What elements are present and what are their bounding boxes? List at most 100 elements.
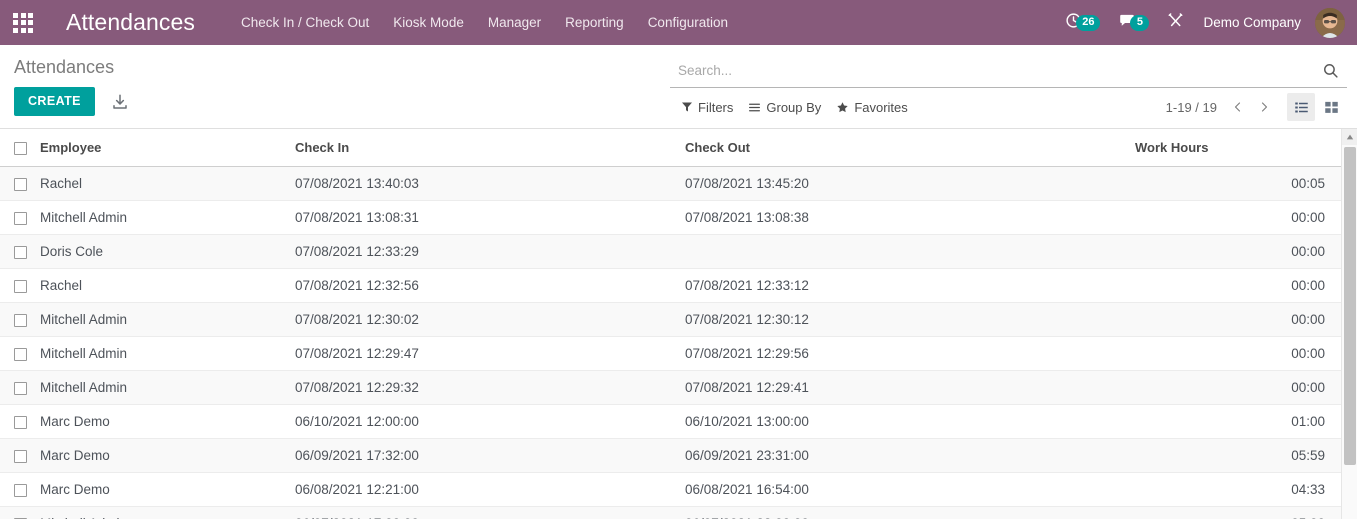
menu-item-reporting[interactable]: Reporting (553, 0, 636, 45)
row-checkbox[interactable] (14, 348, 27, 361)
vertical-scrollbar[interactable] (1341, 129, 1357, 519)
kanban-view-button[interactable] (1317, 93, 1345, 121)
search-button[interactable] (1316, 62, 1345, 79)
column-header-employee[interactable]: Employee (40, 129, 295, 168)
filters-label: Filters (698, 99, 734, 115)
attendance-list-view: Employee Check In Check Out Work Hours R… (0, 129, 1357, 519)
avatar[interactable] (1315, 7, 1345, 38)
group-by-dropdown[interactable]: Group By (743, 96, 831, 119)
control-panel: Attendances CREATE Search... Filters Gro… (0, 45, 1357, 129)
view-switcher (1287, 93, 1347, 121)
apps-menu-button[interactable] (0, 0, 46, 45)
row-checkbox[interactable] (14, 416, 27, 429)
pager-next-button[interactable] (1251, 96, 1277, 118)
menu-item-kiosk-mode[interactable]: Kiosk Mode (381, 0, 476, 45)
cell-check-out: 06/08/2021 16:54:00 (685, 472, 1135, 508)
favorites-dropdown[interactable]: Favorites (831, 96, 917, 119)
cell-check-in: 07/08/2021 12:33:29 (295, 234, 685, 270)
table-row[interactable]: Mitchell Admin 07/08/2021 12:29:47 07/08/2… (0, 336, 1341, 372)
menu-item-configuration[interactable]: Configuration (636, 0, 740, 45)
table-row[interactable]: Mitchell Admin 07/08/2021 13:08:31 07/08/2… (0, 200, 1341, 236)
table-row[interactable]: Rachel 07/08/2021 13:40:03 07/08/2021 13:4… (0, 166, 1341, 202)
search-input[interactable] (672, 63, 1316, 78)
menu-item-manager[interactable]: Manager (476, 0, 553, 45)
cell-work-hours: 00:00 (1135, 200, 1341, 236)
search-bar (670, 54, 1347, 88)
pager-count[interactable]: 1-19 / 19 (1166, 100, 1217, 115)
row-select-cell (0, 302, 40, 338)
cell-check-in: 07/08/2021 12:29:47 (295, 336, 685, 372)
row-select-cell (0, 472, 40, 508)
select-all-header (0, 129, 40, 168)
search-options-row: Filters Group By Favorites 1-19 / 19 (670, 88, 1347, 126)
pager-previous-button[interactable] (1225, 96, 1251, 118)
cell-employee: Rachel (40, 166, 295, 202)
cell-work-hours: 00:00 (1135, 268, 1341, 304)
cell-check-out: 07/08/2021 12:29:41 (685, 370, 1135, 406)
column-header-check-out[interactable]: Check Out (685, 129, 1135, 168)
table-body: Rachel 07/08/2021 13:40:03 07/08/2021 13:4… (0, 166, 1341, 519)
cell-check-out: 07/08/2021 12:29:56 (685, 336, 1135, 372)
menu-item-check-in-check-out[interactable]: Check In / Check Out (229, 0, 381, 45)
row-checkbox[interactable] (14, 280, 27, 293)
cell-employee: Mitchell Admin (40, 336, 295, 372)
scroll-up-arrow-icon[interactable] (1342, 129, 1357, 145)
breadcrumb[interactable]: Attendances (0, 45, 670, 79)
cell-work-hours: 00:00 (1135, 336, 1341, 372)
row-checkbox[interactable] (14, 178, 27, 191)
group-by-label: Group By (766, 99, 822, 115)
cell-check-in: 07/08/2021 12:32:56 (295, 268, 685, 304)
import-icon[interactable] (111, 93, 129, 111)
cell-work-hours: 05:00 (1135, 506, 1341, 519)
table-row[interactable]: Marc Demo 06/08/2021 12:21:00 06/08/2021 1… (0, 472, 1341, 508)
table-row[interactable]: Mitchell Admin 07/08/2021 12:30:02 07/08/2… (0, 302, 1341, 338)
favorites-label: Favorites (854, 99, 908, 115)
messages-count-badge: 5 (1130, 14, 1150, 31)
row-select-cell (0, 404, 40, 440)
activity-count-badge: 26 (1076, 14, 1101, 31)
table-row[interactable]: Marc Demo 06/09/2021 17:32:00 06/09/2021 2… (0, 438, 1341, 474)
app-brand-title[interactable]: Attendances (66, 0, 195, 45)
row-checkbox[interactable] (14, 382, 27, 395)
row-checkbox[interactable] (14, 314, 27, 327)
scrollbar-thumb[interactable] (1344, 147, 1356, 465)
column-header-work-hours[interactable]: Work Hours (1135, 129, 1341, 168)
attendance-table: Employee Check In Check Out Work Hours R… (0, 129, 1341, 519)
table-row[interactable]: Doris Cole 07/08/2021 12:33:29 00:00 (0, 234, 1341, 270)
table-row[interactable]: Mitchell Admin 07/08/2021 12:29:32 07/08/2… (0, 370, 1341, 406)
row-checkbox[interactable] (14, 246, 27, 259)
cell-check-in: 07/08/2021 12:30:02 (295, 302, 685, 338)
apps-grid-icon (13, 12, 33, 33)
column-header-check-in[interactable]: Check In (295, 129, 685, 168)
cell-employee: Rachel (40, 268, 295, 304)
table-row[interactable]: Marc Demo 06/10/2021 12:00:00 06/10/2021 1… (0, 404, 1341, 440)
row-select-cell (0, 268, 40, 304)
row-checkbox[interactable] (14, 212, 27, 225)
company-switcher[interactable]: Demo Company (1193, 15, 1311, 30)
row-checkbox[interactable] (14, 450, 27, 463)
activity-menu-button[interactable]: 26 (1056, 0, 1109, 45)
select-all-checkbox[interactable] (14, 142, 27, 156)
table-row[interactable]: Mitchell Admin06/07/2021 17:00:0006/07/2… (0, 506, 1341, 519)
messaging-menu-button[interactable]: 5 (1109, 0, 1158, 45)
cell-check-in: 07/08/2021 13:40:03 (295, 166, 685, 202)
row-select-cell (0, 370, 40, 406)
row-select-cell (0, 336, 40, 372)
create-button[interactable]: CREATE (14, 87, 95, 116)
list-view-button[interactable] (1287, 93, 1315, 121)
cell-check-in: 06/09/2021 17:32:00 (295, 438, 685, 474)
filters-dropdown[interactable]: Filters (676, 96, 743, 119)
row-checkbox[interactable] (14, 484, 27, 497)
cell-check-out: 06/09/2021 23:31:00 (685, 438, 1135, 474)
cell-employee: Mitchell Admin (40, 200, 295, 236)
top-navbar: Attendances Check In / Check Out Kiosk M… (0, 0, 1357, 45)
table-header-row: Employee Check In Check Out Work Hours (0, 129, 1341, 168)
funnel-icon (681, 101, 693, 113)
debug-menu-button[interactable] (1158, 0, 1193, 45)
row-select-cell (0, 234, 40, 270)
table-header: Employee Check In Check Out Work Hours (0, 129, 1341, 168)
systray: 26 5 Demo Company (1056, 0, 1357, 45)
cell-work-hours: 01:00 (1135, 404, 1341, 440)
table-row[interactable]: Rachel 07/08/2021 12:32:56 07/08/2021 12:3… (0, 268, 1341, 304)
cell-check-in: 07/08/2021 12:29:32 (295, 370, 685, 406)
